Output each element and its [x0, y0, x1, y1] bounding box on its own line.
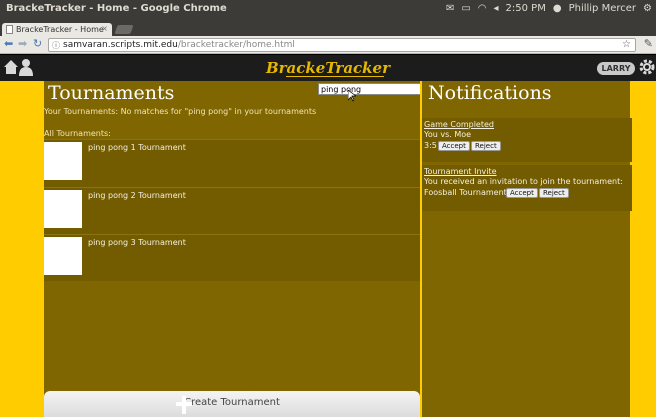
tournament-thumbnail[interactable]: [44, 237, 82, 275]
url-path: /bracketracker/home.html: [177, 40, 295, 50]
reload-icon[interactable]: ↻: [33, 37, 42, 50]
accept-button[interactable]: Accept: [438, 141, 470, 151]
tournament-thumbnail[interactable]: [44, 190, 82, 228]
volume-icon[interactable]: ◂: [494, 3, 499, 14]
tab-close-icon[interactable]: ×: [101, 24, 108, 33]
app-header: BrackeTracker LARRY: [0, 55, 656, 81]
notification-score: 3:5: [424, 141, 437, 150]
notification-heading[interactable]: Tournament Invite: [424, 167, 497, 176]
notifications-panel: Notifications Game Completed You vs. Moe…: [420, 81, 632, 417]
create-tournament-label: Create Tournament: [184, 397, 280, 408]
notification-text: You received an invitation to join the t…: [424, 177, 623, 186]
address-bar[interactable]: ⓘ samvaran.scripts.mit.edu/bracketracker…: [48, 38, 636, 52]
tournaments-title: Tournaments: [48, 82, 175, 104]
reject-button[interactable]: Reject: [471, 141, 501, 151]
gear-icon[interactable]: [638, 58, 656, 76]
notification-text: You vs. Moe: [424, 130, 472, 139]
system-tray: ✉ ▭ ◠ ◂ 2:50 PM ● Phillip Mercer ⚙: [446, 3, 652, 14]
back-arrow-icon[interactable]: ⬅: [4, 37, 13, 50]
page-icon: [6, 25, 13, 34]
user-menu-name[interactable]: Phillip Mercer: [569, 3, 636, 14]
create-tournament-button[interactable]: Create Tournament: [44, 391, 420, 417]
os-top-bar: BrackeTracker - Home - Google Chrome ✉ ▭…: [0, 0, 656, 22]
page-info-icon[interactable]: ⓘ: [52, 40, 60, 51]
reject-button[interactable]: Reject: [539, 188, 569, 198]
tab-title: BrackeTracker - Home: [16, 25, 104, 34]
navigation-bar: ⬅ ➡ ↻ ⓘ samvaran.scripts.mit.edu/bracket…: [0, 36, 656, 54]
tournament-row[interactable]: ping pong 1 Tournament: [44, 139, 420, 185]
bookmark-star-icon[interactable]: ☆: [622, 39, 631, 50]
tournament-name[interactable]: ping pong 3 Tournament: [88, 238, 186, 247]
clock[interactable]: 2:50 PM: [506, 3, 546, 14]
battery-icon[interactable]: ▭: [461, 3, 470, 14]
tournaments-panel: Tournaments Your Tournaments: No matches…: [44, 81, 463, 417]
new-tab-button[interactable]: [114, 25, 134, 34]
all-tournaments-label: All Tournaments:: [44, 129, 111, 138]
notification-tournament-invite: Tournament Invite You received an invita…: [422, 165, 632, 211]
notification-tournament-name: Foosball Tournament: [424, 188, 507, 197]
url-host: samvaran.scripts.mit.edu: [63, 40, 178, 50]
tournament-name[interactable]: ping pong 2 Tournament: [88, 191, 186, 200]
brand-logo[interactable]: BrackeTracker: [0, 59, 656, 77]
window-title: BrackeTracker - Home - Google Chrome: [6, 3, 227, 14]
tournament-row[interactable]: ping pong 3 Tournament: [44, 234, 420, 280]
accept-button[interactable]: Accept: [506, 188, 538, 198]
your-tournaments-message: Your Tournaments: No matches for "ping p…: [44, 107, 317, 116]
notification-game-completed: Game Completed You vs. Moe 3:5 Accept Re…: [422, 118, 632, 162]
wrench-menu-icon[interactable]: ✎: [644, 37, 653, 50]
user-menu-icon[interactable]: ●: [553, 3, 562, 14]
mouse-cursor-icon: [348, 90, 356, 102]
forward-arrow-icon[interactable]: ➡: [18, 37, 27, 50]
mail-envelope-icon[interactable]: ✉: [446, 3, 454, 14]
tournament-row[interactable]: ping pong 2 Tournament: [44, 187, 420, 233]
main-content: Tournaments Your Tournaments: No matches…: [0, 81, 656, 417]
notifications-title: Notifications: [428, 82, 552, 104]
brand-underline: [286, 76, 384, 77]
tournament-name[interactable]: ping pong 1 Tournament: [88, 143, 186, 152]
tournament-thumbnail[interactable]: [44, 142, 82, 180]
notification-heading[interactable]: Game Completed: [424, 120, 494, 129]
tab-strip: BrackeTracker - Home ×: [0, 22, 656, 36]
browser-tab[interactable]: BrackeTracker - Home ×: [2, 23, 112, 36]
plus-icon: [176, 396, 192, 414]
wifi-icon[interactable]: ◠: [478, 3, 487, 14]
power-gear-icon[interactable]: ⚙: [643, 3, 652, 14]
user-pill-button[interactable]: LARRY: [597, 62, 635, 75]
